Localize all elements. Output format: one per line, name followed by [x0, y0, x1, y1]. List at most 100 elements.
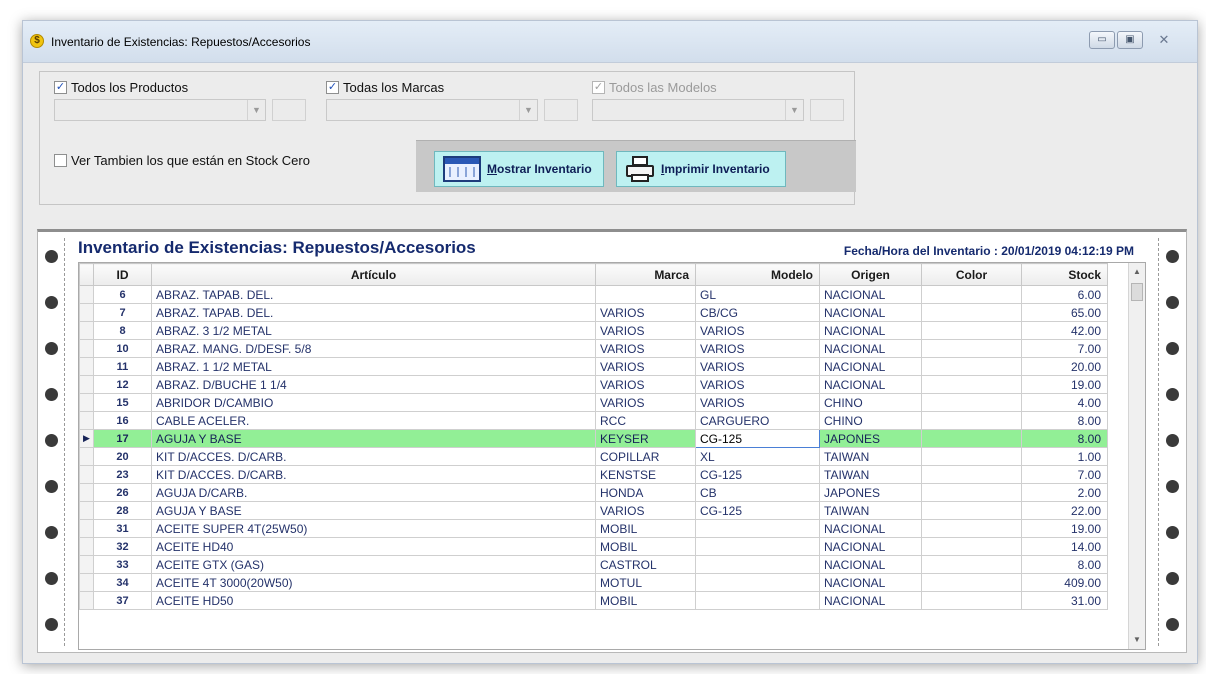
cell-color[interactable]: [921, 375, 1022, 394]
table-row[interactable]: 26 AGUJA D/CARB. HONDA CB JAPONES 2.00: [79, 483, 1108, 502]
close-button[interactable]: ✕: [1147, 31, 1181, 49]
cell-stock[interactable]: 4.00: [1021, 393, 1108, 412]
cell-modelo[interactable]: VARIOS: [695, 375, 820, 394]
cell-id[interactable]: 12: [93, 375, 152, 394]
cell-origen[interactable]: NACIONAL: [819, 555, 922, 574]
cell-articulo[interactable]: ACEITE SUPER 4T(25W50): [151, 519, 596, 538]
table-row[interactable]: 12 ABRAZ. D/BUCHE 1 1/4 VARIOS VARIOS NACION…: [79, 375, 1108, 394]
cell-origen[interactable]: TAIWAN: [819, 465, 922, 484]
minimize-button[interactable]: ▭: [1089, 31, 1115, 49]
table-row[interactable]: 10 ABRAZ. MANG. D/DESF. 5/8 VARIOS VARIOS NA…: [79, 339, 1108, 358]
cell-marca[interactable]: HONDA: [595, 483, 696, 502]
vertical-scrollbar[interactable]: ▲ ▼: [1128, 263, 1145, 649]
row-indicator[interactable]: [79, 573, 94, 592]
cell-stock[interactable]: 8.00: [1021, 555, 1108, 574]
cell-color[interactable]: [921, 411, 1022, 430]
cell-stock[interactable]: 8.00: [1021, 429, 1108, 448]
scroll-thumb[interactable]: [1131, 283, 1143, 301]
column-header-id[interactable]: ID: [93, 263, 152, 286]
cell-articulo[interactable]: CABLE ACELER.: [151, 411, 596, 430]
cell-marca[interactable]: RCC: [595, 411, 696, 430]
row-indicator[interactable]: [79, 375, 94, 394]
cell-modelo[interactable]: CB/CG: [695, 303, 820, 322]
cell-modelo[interactable]: CG-125: [695, 501, 820, 520]
cell-color[interactable]: [921, 465, 1022, 484]
table-row[interactable]: 15 ABRIDOR D/CAMBIO VARIOS VARIOS CHINO 4.00: [79, 393, 1108, 412]
row-pointer-icon[interactable]: ▶: [79, 429, 94, 448]
productos-code-field[interactable]: [272, 99, 306, 121]
cell-origen[interactable]: NACIONAL: [819, 519, 922, 538]
cell-id[interactable]: 15: [93, 393, 152, 412]
cell-stock[interactable]: 31.00: [1021, 591, 1108, 610]
cell-marca[interactable]: VARIOS: [595, 303, 696, 322]
cell-color[interactable]: [921, 555, 1022, 574]
cell-origen[interactable]: NACIONAL: [819, 285, 922, 304]
cell-modelo[interactable]: CG-125: [695, 465, 820, 484]
cell-origen[interactable]: TAIWAN: [819, 501, 922, 520]
cell-origen[interactable]: JAPONES: [819, 429, 922, 448]
cell-stock[interactable]: 20.00: [1021, 357, 1108, 376]
row-indicator[interactable]: [79, 465, 94, 484]
cell-stock[interactable]: 2.00: [1021, 483, 1108, 502]
marcas-combo[interactable]: ▼: [326, 99, 538, 121]
cell-articulo[interactable]: AGUJA Y BASE: [151, 501, 596, 520]
cell-id[interactable]: 16: [93, 411, 152, 430]
cell-id[interactable]: 26: [93, 483, 152, 502]
cell-id[interactable]: 34: [93, 573, 152, 592]
cell-origen[interactable]: NACIONAL: [819, 357, 922, 376]
cell-origen[interactable]: NACIONAL: [819, 303, 922, 322]
cell-color[interactable]: [921, 483, 1022, 502]
chevron-down-icon[interactable]: ▼: [785, 100, 803, 120]
table-row[interactable]: 6 ABRAZ. TAPAB. DEL. GL NACIONAL 6.00: [79, 285, 1108, 304]
column-header-color[interactable]: Color: [921, 263, 1022, 286]
cell-marca[interactable]: MOBIL: [595, 519, 696, 538]
cell-marca[interactable]: MOTUL: [595, 573, 696, 592]
cell-id[interactable]: 6: [93, 285, 152, 304]
scroll-up-icon[interactable]: ▲: [1129, 263, 1145, 281]
cell-origen[interactable]: JAPONES: [819, 483, 922, 502]
cell-articulo[interactable]: AGUJA Y BASE: [151, 429, 596, 448]
maximize-button[interactable]: ▣: [1117, 31, 1143, 49]
table-row[interactable]: 32 ACEITE HD40 MOBIL NACIONAL 14.00: [79, 537, 1108, 556]
cell-articulo[interactable]: ACEITE GTX (GAS): [151, 555, 596, 574]
cell-stock[interactable]: 7.00: [1021, 339, 1108, 358]
cell-articulo[interactable]: ABRAZ. TAPAB. DEL.: [151, 285, 596, 304]
column-header-marca[interactable]: Marca: [595, 263, 696, 286]
cell-id[interactable]: 7: [93, 303, 152, 322]
table-row[interactable]: 7 ABRAZ. TAPAB. DEL. VARIOS CB/CG NACIONAL 65…: [79, 303, 1108, 322]
row-indicator[interactable]: [79, 411, 94, 430]
cell-id[interactable]: 33: [93, 555, 152, 574]
cell-stock[interactable]: 7.00: [1021, 465, 1108, 484]
cell-articulo[interactable]: KIT D/ACCES. D/CARB.: [151, 447, 596, 466]
mostrar-inventario-button[interactable]: Mostrar Inventario: [434, 151, 604, 187]
cell-origen[interactable]: TAIWAN: [819, 447, 922, 466]
cell-articulo[interactable]: ABRAZ. TAPAB. DEL.: [151, 303, 596, 322]
cell-id[interactable]: 31: [93, 519, 152, 538]
cell-color[interactable]: [921, 447, 1022, 466]
cell-marca[interactable]: MOBIL: [595, 537, 696, 556]
scroll-down-icon[interactable]: ▼: [1129, 631, 1145, 649]
todos-productos-checkbox[interactable]: ✓ Todos los Productos: [54, 80, 188, 95]
row-indicator[interactable]: [79, 303, 94, 322]
column-header-modelo[interactable]: Modelo: [695, 263, 820, 286]
column-header-stock[interactable]: Stock: [1021, 263, 1108, 286]
cell-stock[interactable]: 1.00: [1021, 447, 1108, 466]
cell-articulo[interactable]: ABRAZ. 3 1/2 METAL: [151, 321, 596, 340]
cell-stock[interactable]: 14.00: [1021, 537, 1108, 556]
row-indicator[interactable]: [79, 483, 94, 502]
cell-color[interactable]: [921, 573, 1022, 592]
cell-marca[interactable]: [595, 285, 696, 304]
table-row[interactable]: 34 ACEITE 4T 3000(20W50) MOTUL NACIONAL 409.…: [79, 573, 1108, 592]
cell-modelo[interactable]: [695, 573, 820, 592]
table-row[interactable]: 31 ACEITE SUPER 4T(25W50) MOBIL NACIONAL 19.…: [79, 519, 1108, 538]
row-indicator[interactable]: [79, 285, 94, 304]
cell-id[interactable]: 8: [93, 321, 152, 340]
cell-id[interactable]: 17: [93, 429, 152, 448]
cell-origen[interactable]: NACIONAL: [819, 591, 922, 610]
modelos-combo[interactable]: ▼: [592, 99, 804, 121]
cell-marca[interactable]: VARIOS: [595, 321, 696, 340]
cell-articulo[interactable]: AGUJA D/CARB.: [151, 483, 596, 502]
cell-origen[interactable]: NACIONAL: [819, 339, 922, 358]
cell-id[interactable]: 10: [93, 339, 152, 358]
cell-id[interactable]: 11: [93, 357, 152, 376]
